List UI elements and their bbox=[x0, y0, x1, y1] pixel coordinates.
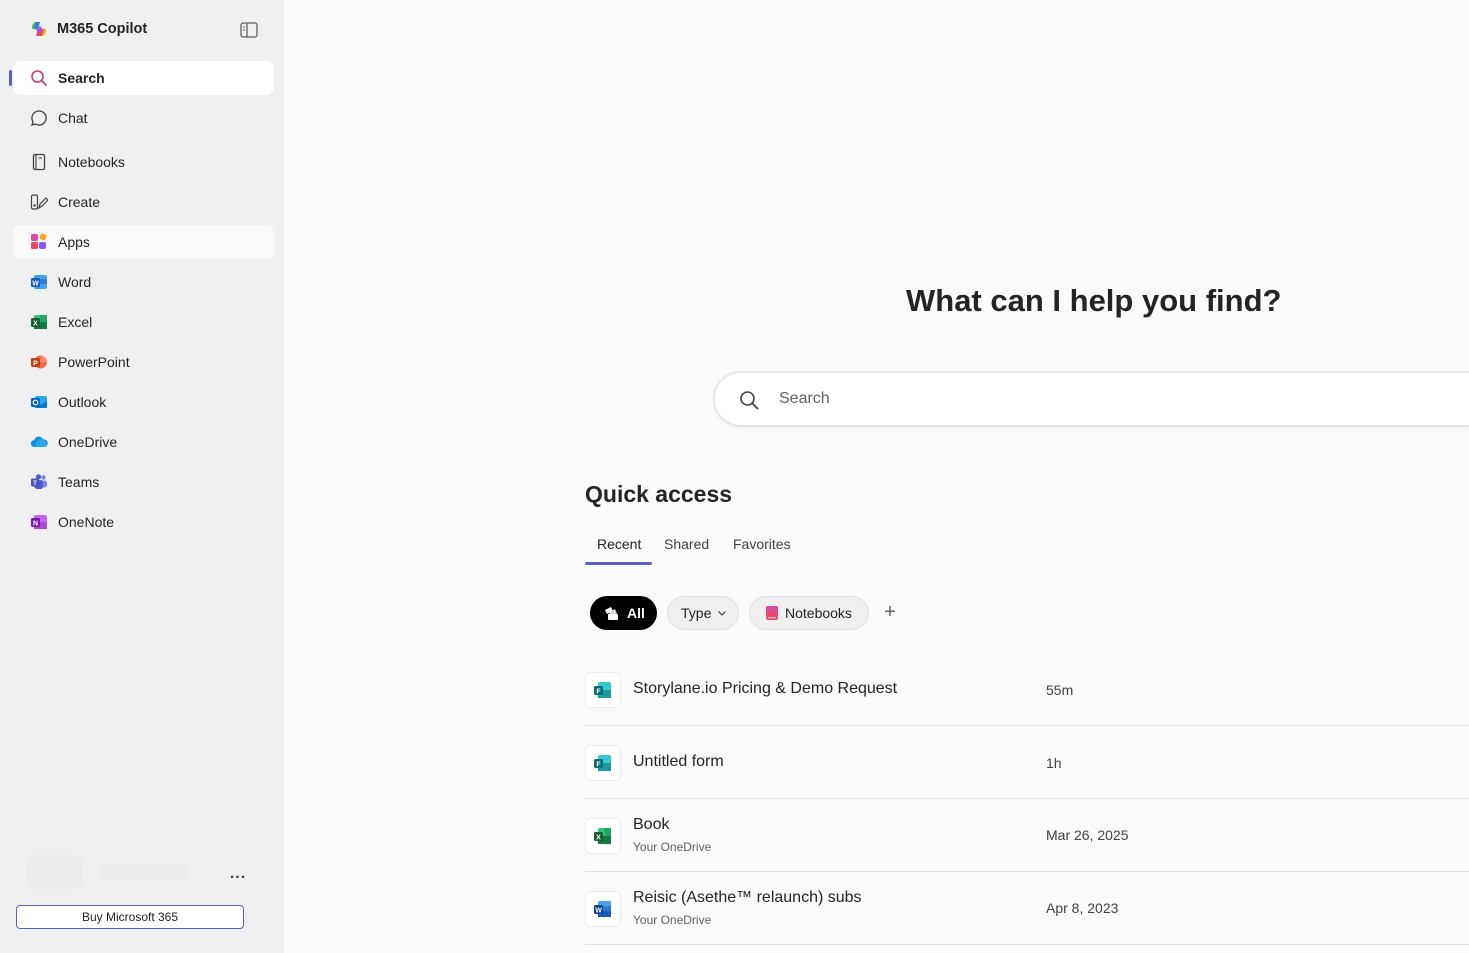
tab-recent[interactable]: Recent bbox=[597, 536, 641, 552]
file-name: Book bbox=[633, 816, 670, 833]
file-time: Apr 8, 2023 bbox=[1046, 900, 1119, 916]
profile-name bbox=[100, 865, 190, 879]
copilot-logo-icon bbox=[32, 22, 46, 36]
sidebar-item-chat[interactable]: Chat bbox=[13, 101, 274, 135]
buy-microsoft-365-button[interactable]: Buy Microsoft 365 bbox=[16, 905, 244, 929]
svg-text:W: W bbox=[595, 907, 602, 914]
file-name: Storylane.io Pricing & Demo Request bbox=[633, 680, 898, 697]
create-icon bbox=[30, 193, 48, 211]
word-icon: W bbox=[30, 273, 48, 291]
search-icon bbox=[740, 391, 759, 410]
filter-all-chip[interactable]: All bbox=[590, 596, 657, 630]
more-options-button[interactable]: ... bbox=[226, 862, 250, 886]
word-icon: W bbox=[585, 891, 621, 927]
svg-text:X: X bbox=[596, 834, 601, 841]
sidebar-item-excel[interactable]: X Excel bbox=[13, 305, 274, 339]
search-box[interactable] bbox=[713, 371, 1469, 427]
excel-icon: X bbox=[30, 313, 48, 331]
search-input[interactable] bbox=[779, 385, 1379, 413]
teams-icon: T bbox=[30, 473, 48, 491]
file-name: Untitled form bbox=[633, 753, 724, 770]
sidebar-item-label: Word bbox=[58, 274, 92, 290]
sidebar-item-search[interactable]: Search bbox=[13, 61, 274, 95]
sidebar-item-label: Apps bbox=[58, 234, 90, 250]
table-row[interactable]: F Untitled form 1h bbox=[585, 726, 1469, 799]
brand[interactable]: M365 Copilot bbox=[30, 20, 147, 38]
page-title: What can I help you find? bbox=[906, 283, 1282, 318]
filter-notebooks-label: Notebooks bbox=[785, 605, 852, 621]
notebook-color-icon bbox=[766, 606, 778, 620]
table-row[interactable]: F Storylane.io Pricing & Demo Request 55… bbox=[585, 653, 1469, 726]
sidebar-item-label: OneNote bbox=[58, 514, 115, 530]
sidebar-item-powerpoint[interactable]: P PowerPoint bbox=[13, 345, 274, 379]
filter-type-label: Type bbox=[681, 605, 712, 621]
add-filter-button[interactable]: + bbox=[879, 600, 901, 624]
sidebar-item-label: Create bbox=[58, 194, 101, 210]
sidebar-item-create[interactable]: Create bbox=[13, 185, 274, 219]
sidebar-item-label: Outlook bbox=[58, 394, 107, 410]
sidebar-item-teams[interactable]: T Teams bbox=[13, 465, 274, 499]
filter-type-dropdown[interactable]: Type bbox=[667, 596, 739, 630]
sidebar-item-apps[interactable]: Apps bbox=[13, 225, 274, 259]
sidebar-item-onedrive[interactable]: OneDrive bbox=[13, 425, 274, 459]
file-time: 1h bbox=[1046, 755, 1062, 771]
svg-text:P: P bbox=[33, 360, 38, 367]
chat-icon bbox=[30, 109, 48, 127]
outlook-icon bbox=[30, 393, 48, 411]
onenote-icon: N bbox=[30, 513, 48, 531]
filter-all-label: All bbox=[627, 605, 645, 621]
sidebar-item-notebooks[interactable]: Notebooks bbox=[13, 145, 274, 179]
filter-notebooks-chip[interactable]: Notebooks bbox=[749, 596, 869, 630]
excel-icon: X bbox=[585, 818, 621, 854]
sidebar-item-label: Search bbox=[58, 70, 105, 86]
sidebar-item-label: PowerPoint bbox=[58, 354, 130, 370]
sidebar-item-word[interactable]: W Word bbox=[13, 265, 274, 299]
file-time: Mar 26, 2025 bbox=[1046, 827, 1129, 843]
apps-icon bbox=[30, 233, 48, 251]
table-row[interactable]: W Reisic (Asethe™ relaunch) subs Your On… bbox=[585, 872, 1469, 945]
selected-indicator bbox=[9, 70, 12, 86]
tab-shared[interactable]: Shared bbox=[664, 536, 709, 552]
avatar[interactable] bbox=[26, 855, 82, 889]
svg-text:F: F bbox=[596, 761, 601, 768]
app-title: M365 Copilot bbox=[57, 21, 148, 37]
table-row[interactable]: X Book Your OneDrive Mar 26, 2025 bbox=[585, 799, 1469, 872]
svg-text:N: N bbox=[33, 520, 38, 527]
tab-favorites[interactable]: Favorites bbox=[733, 536, 791, 552]
forms-icon: F bbox=[585, 672, 621, 708]
file-name: Reisic (Asethe™ relaunch) subs bbox=[633, 889, 862, 906]
sidebar-item-outlook[interactable]: Outlook bbox=[13, 385, 274, 419]
powerpoint-icon: P bbox=[30, 353, 48, 371]
forms-icon: F bbox=[585, 745, 621, 781]
svg-text:T: T bbox=[33, 480, 37, 487]
chevron-down-icon bbox=[718, 611, 727, 616]
notebook-icon bbox=[30, 153, 48, 171]
sidebar-collapse-icon[interactable] bbox=[240, 22, 258, 38]
svg-text:X: X bbox=[33, 320, 38, 327]
onedrive-icon bbox=[30, 433, 48, 451]
search-icon bbox=[30, 69, 48, 87]
sidebar-item-label: Teams bbox=[58, 474, 100, 490]
active-tab-underline bbox=[585, 562, 652, 565]
sidebar-item-label: Excel bbox=[58, 314, 93, 330]
sidebar-item-label: Notebooks bbox=[58, 154, 125, 170]
file-time: 55m bbox=[1046, 682, 1074, 698]
sidebar-item-label: OneDrive bbox=[58, 434, 118, 450]
sidebar-item-onenote[interactable]: N OneNote bbox=[13, 505, 274, 539]
sidebar-item-label: Chat bbox=[58, 110, 88, 126]
quick-access-title: Quick access bbox=[585, 481, 733, 507]
file-location: Your OneDrive bbox=[633, 840, 712, 854]
svg-text:F: F bbox=[596, 688, 601, 695]
file-location: Your OneDrive bbox=[633, 913, 712, 927]
sidebar: M365 Copilot Search Chat Notebooks Creat… bbox=[0, 0, 284, 953]
all-files-icon bbox=[605, 607, 618, 620]
svg-text:W: W bbox=[32, 280, 39, 287]
